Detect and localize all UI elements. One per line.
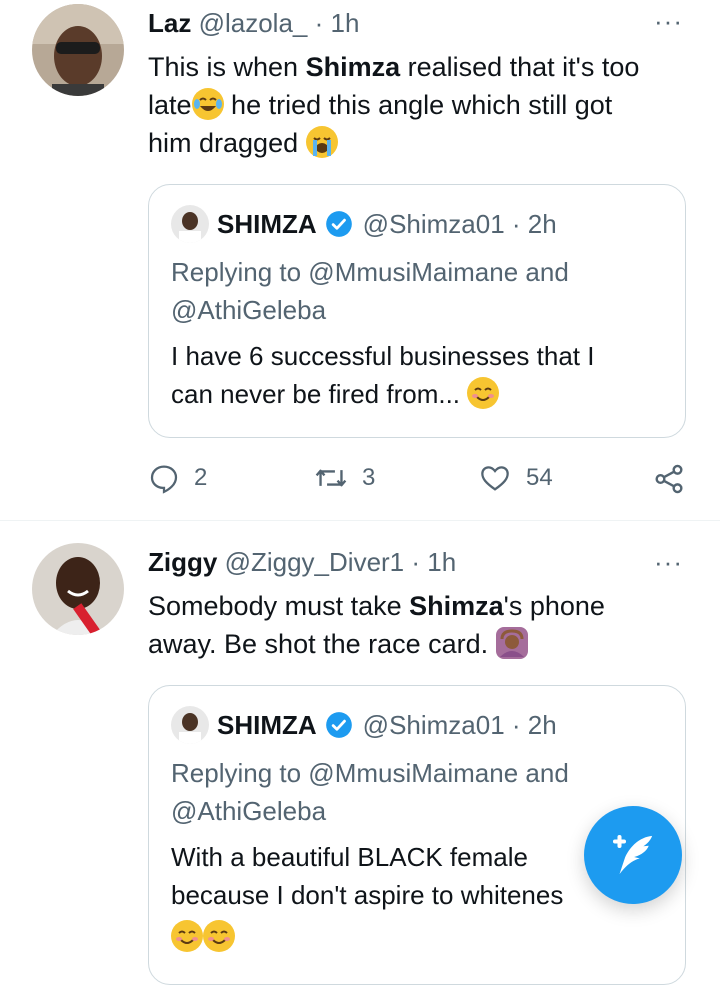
share-icon (655, 464, 683, 494)
author-handle[interactable]: @Ziggy_Diver1 (225, 547, 405, 577)
compose-tweet-button[interactable] (584, 806, 682, 904)
author-name[interactable]: Ziggy (148, 547, 217, 577)
avatar-photo-icon (171, 706, 209, 744)
author-name[interactable]: Laz (148, 8, 191, 38)
quoted-tweet-text: I have 6 successful businesses that I ca… (171, 341, 595, 409)
avatar-photo-icon (32, 543, 124, 635)
reply-count: 2 (194, 464, 208, 491)
tweet-text: Somebody must take Shimza's phone away. … (148, 591, 605, 659)
quoted-author-name: SHIMZA (217, 208, 317, 239)
compose-tweet-icon (612, 834, 653, 875)
person-gesturing-ok-emoji-icon (495, 627, 528, 659)
verified-badge-icon (325, 712, 352, 738)
avatar-photo-icon (32, 4, 124, 96)
laughing-tears-emoji-icon (191, 88, 224, 120)
mention-shimza: Shimza (409, 591, 504, 621)
heart-icon (481, 466, 509, 491)
mention-shimza: Shimza (305, 52, 401, 82)
like-count: 54 (526, 464, 553, 491)
quoted-tweet-header: SHIMZA @Shimza01 · 2h (171, 706, 557, 744)
retweet-count: 3 (362, 464, 376, 491)
retweet-button[interactable]: 3 (314, 462, 375, 494)
quoted-avatar (171, 706, 209, 744)
replying-to: Replying to @MmusiMaimane and @AthiGeleb… (171, 758, 569, 826)
avatar[interactable] (32, 543, 124, 635)
quoted-handle-time: @Shimza01 · 2h (362, 208, 557, 239)
quoted-tweet-header: SHIMZA @Shimza01 · 2h (171, 205, 557, 243)
tweet-header: Laz @lazola_ · 1h (148, 8, 359, 39)
smiling-blush-emoji-icon (203, 920, 235, 952)
crying-loud-emoji-icon (305, 126, 338, 158)
smiling-blush-emoji-icon (467, 377, 500, 409)
tweet-header: Ziggy @Ziggy_Diver1 · 1h (148, 547, 456, 578)
quoted-handle-time: @Shimza01 · 2h (362, 709, 557, 740)
more-options-icon[interactable]: ··· (654, 6, 683, 37)
tweet-text: This is when Shimza realised that it's t… (148, 52, 640, 158)
smiling-blush-emoji-icon (171, 920, 203, 952)
reply-button[interactable]: 2 (148, 462, 207, 494)
tweet-actions: 2 3 54 (148, 462, 688, 502)
reply-icon (150, 465, 178, 494)
like-button[interactable]: 54 (478, 462, 553, 494)
tweet-1[interactable]: Laz @lazola_ · 1h ··· This is when Shimz… (0, 0, 720, 520)
quoted-avatar (171, 205, 209, 243)
author-handle[interactable]: @lazola_ (199, 8, 308, 38)
quoted-author-name: SHIMZA (217, 709, 317, 740)
verified-badge-icon (325, 211, 352, 237)
share-button[interactable] (652, 462, 700, 496)
replying-to: Replying to @MmusiMaimane and @AthiGeleb… (171, 257, 569, 325)
tweet-time[interactable]: · 1h (315, 8, 360, 38)
avatar[interactable] (32, 4, 124, 96)
more-options-icon[interactable]: ··· (654, 547, 683, 578)
quoted-tweet[interactable]: SHIMZA @Shimza01 · 2h Replying to @Mmusi… (148, 184, 686, 438)
retweet-icon (315, 469, 347, 487)
tweet-time[interactable]: · 1h (411, 547, 456, 577)
avatar-photo-icon (171, 205, 209, 243)
